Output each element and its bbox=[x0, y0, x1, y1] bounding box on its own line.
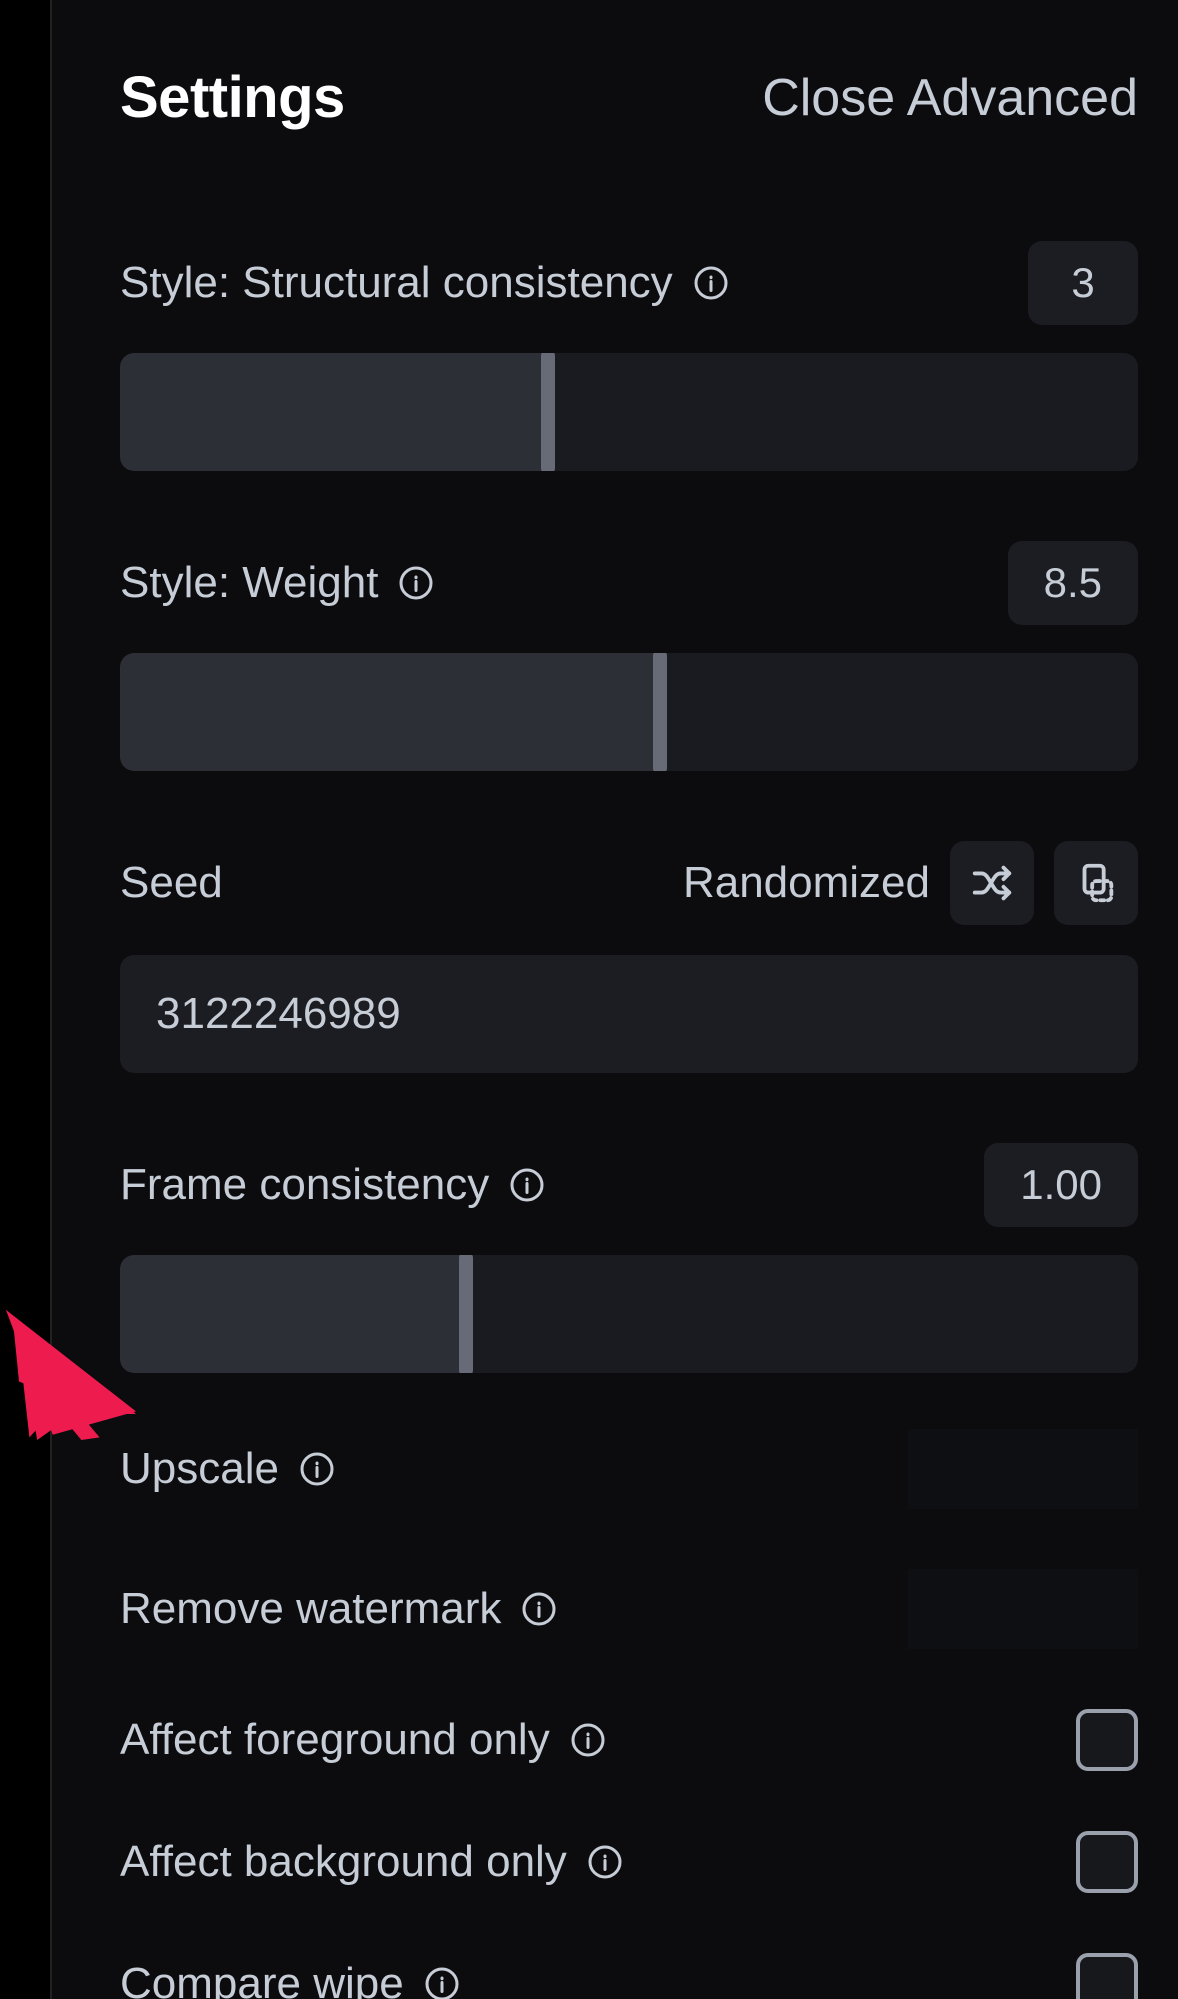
compare-wipe-checkbox[interactable] bbox=[1076, 1953, 1138, 1999]
compare-wipe-label: Compare wipe bbox=[120, 1959, 404, 1999]
info-icon[interactable] bbox=[396, 563, 436, 603]
frame-consistency-header: Frame consistency 1.00 bbox=[120, 1143, 1138, 1227]
seed-label: Seed bbox=[120, 858, 223, 908]
slider-thumb[interactable] bbox=[541, 353, 555, 471]
seed-header: Seed Randomized bbox=[120, 841, 1138, 925]
page-title: Settings bbox=[120, 64, 345, 131]
info-icon[interactable] bbox=[422, 1964, 462, 1999]
frame-consistency-slider[interactable] bbox=[120, 1255, 1138, 1373]
affect-foreground-checkbox[interactable] bbox=[1076, 1709, 1138, 1771]
slider-fill bbox=[120, 653, 660, 771]
slider-fill bbox=[120, 353, 548, 471]
info-icon[interactable] bbox=[585, 1842, 625, 1882]
style-weight-value: 8.5 bbox=[1008, 541, 1138, 625]
slider-thumb[interactable] bbox=[459, 1255, 473, 1373]
frame-consistency-label: Frame consistency bbox=[120, 1160, 489, 1210]
upscale-toggle-area[interactable] bbox=[908, 1429, 1138, 1509]
paste-button[interactable] bbox=[1054, 841, 1138, 925]
info-icon[interactable] bbox=[568, 1720, 608, 1760]
affect-background-label: Affect background only bbox=[120, 1837, 567, 1887]
info-icon[interactable] bbox=[507, 1165, 547, 1205]
style-weight-slider[interactable] bbox=[120, 653, 1138, 771]
style-weight-label: Style: Weight bbox=[120, 558, 378, 608]
structural-consistency-header: Style: Structural consistency 3 bbox=[120, 241, 1138, 325]
settings-panel: Settings Close Advanced Style: Structura… bbox=[50, 0, 1178, 1999]
slider-thumb[interactable] bbox=[653, 653, 667, 771]
panel-header: Settings Close Advanced bbox=[120, 0, 1138, 131]
structural-consistency-value: 3 bbox=[1028, 241, 1138, 325]
shuffle-button[interactable] bbox=[950, 841, 1034, 925]
style-weight-header: Style: Weight 8.5 bbox=[120, 541, 1138, 625]
close-advanced-button[interactable]: Close Advanced bbox=[762, 68, 1138, 128]
structural-consistency-label: Style: Structural consistency bbox=[120, 258, 673, 308]
compare-wipe-row: Compare wipe bbox=[120, 1953, 1138, 1999]
seed-input[interactable] bbox=[120, 955, 1138, 1073]
remove-watermark-toggle-area[interactable] bbox=[908, 1569, 1138, 1649]
affect-background-checkbox[interactable] bbox=[1076, 1831, 1138, 1893]
seed-mode-label: Randomized bbox=[683, 858, 930, 908]
upscale-label: Upscale bbox=[120, 1444, 279, 1494]
info-icon[interactable] bbox=[519, 1589, 559, 1629]
structural-consistency-slider[interactable] bbox=[120, 353, 1138, 471]
info-icon[interactable] bbox=[297, 1449, 337, 1489]
frame-consistency-value: 1.00 bbox=[984, 1143, 1138, 1227]
affect-foreground-label: Affect foreground only bbox=[120, 1715, 550, 1765]
remove-watermark-label: Remove watermark bbox=[120, 1584, 501, 1634]
slider-fill bbox=[120, 1255, 466, 1373]
upscale-row: Upscale bbox=[120, 1429, 1138, 1509]
affect-foreground-row: Affect foreground only bbox=[120, 1709, 1138, 1771]
remove-watermark-row: Remove watermark bbox=[120, 1569, 1138, 1649]
affect-background-row: Affect background only bbox=[120, 1831, 1138, 1893]
info-icon[interactable] bbox=[691, 263, 731, 303]
